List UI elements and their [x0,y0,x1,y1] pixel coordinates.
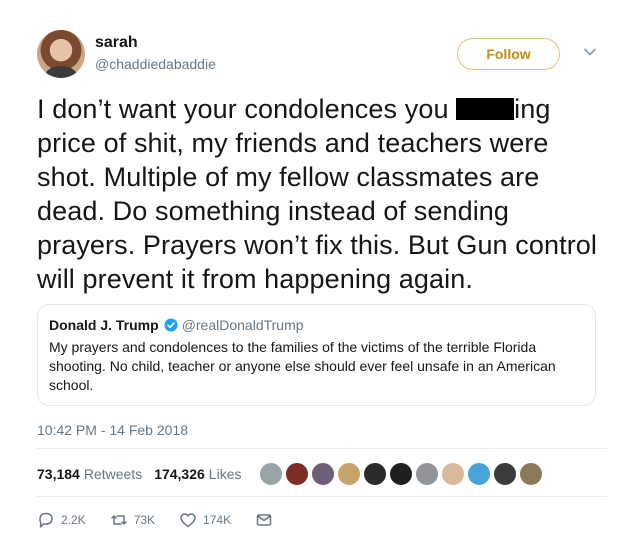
divider [37,448,607,449]
liker-avatar[interactable] [441,462,466,486]
tweet-text-start: I don’t want your condolences you [37,94,457,124]
avatar[interactable] [37,30,85,78]
like-button[interactable]: 174K [179,511,231,529]
reply-button[interactable]: 2.2K [37,511,86,529]
reply-icon [39,512,53,528]
heart-icon [180,513,196,528]
tweet-text-end: ing price of shit, my friends and teache… [37,94,598,294]
retweets-count: 73,184 [37,466,80,482]
tweet-actions: 2.2K 73K 174K [37,508,303,532]
author-handle[interactable]: @chaddiedabaddie [95,56,216,72]
chevron-down-icon[interactable] [582,44,598,60]
tweet-text: I don’t want your condolences you ing pr… [37,92,607,296]
reply-count: 2.2K [61,513,86,527]
redaction-bar [456,98,515,120]
liker-avatars [259,462,545,486]
retweet-icon [110,515,127,525]
message-icon [256,514,272,526]
liker-avatar[interactable] [363,462,388,486]
direct-message-button[interactable] [255,511,279,529]
retweet-count: 73K [133,513,156,527]
liker-avatar[interactable] [285,462,310,486]
liker-avatar[interactable] [467,462,492,486]
likes-label: Likes [208,466,242,482]
retweets-stat[interactable]: 73,184 Retweets [37,466,142,482]
quoted-author-name: Donald J. Trump [49,317,159,333]
quoted-tweet-header: Donald J. Trump @realDonaldTrump [49,317,584,333]
liker-avatar[interactable] [337,462,362,486]
liker-avatar[interactable] [311,462,336,486]
liker-avatar[interactable] [389,462,414,486]
tweet-stats: 73,184 Retweets 174,326 Likes [37,458,607,490]
likes-count: 174,326 [154,466,205,482]
tweet-header: sarah @chaddiedabaddie Follow [37,30,607,80]
author-name[interactable]: sarah [95,34,138,52]
liker-avatar[interactable] [519,462,544,486]
quoted-author-handle: @realDonaldTrump [181,317,304,333]
likes-stat[interactable]: 174,326 Likes [154,466,241,482]
liker-avatar[interactable] [493,462,518,486]
retweet-button[interactable]: 73K [110,511,155,529]
tweet-timestamp[interactable]: 10:42 PM - 14 Feb 2018 [37,422,188,438]
quoted-tweet[interactable]: Donald J. Trump @realDonaldTrump My pray… [37,304,596,406]
like-count: 174K [203,513,232,527]
verified-badge-icon [164,318,178,332]
follow-button[interactable]: Follow [457,38,560,70]
liker-avatar[interactable] [259,462,284,486]
divider [37,496,607,497]
retweets-label: Retweets [83,466,143,482]
quoted-tweet-text: My prayers and condolences to the famili… [49,339,556,393]
liker-avatar[interactable] [415,462,440,486]
